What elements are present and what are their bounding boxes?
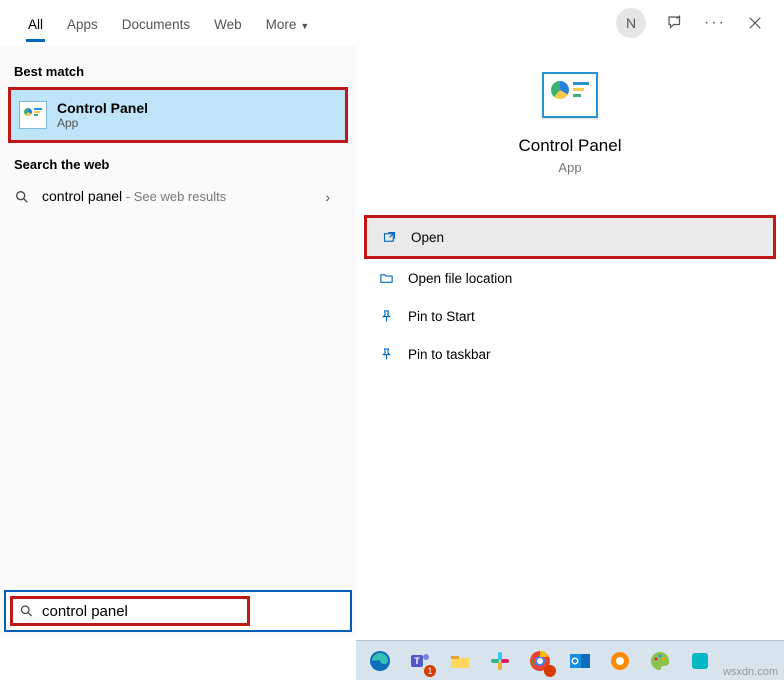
search-icon bbox=[14, 189, 30, 205]
tab-apps[interactable]: Apps bbox=[55, 5, 110, 42]
detail-panel: Control Panel App Open Open file locatio… bbox=[356, 46, 784, 636]
search-web-label: Search the web bbox=[0, 151, 356, 178]
filter-tabs: All Apps Documents Web More▼ bbox=[8, 5, 321, 42]
folder-icon bbox=[378, 270, 394, 286]
open-highlight: Open bbox=[364, 215, 776, 259]
best-match-subtitle: App bbox=[57, 116, 148, 130]
web-search-result[interactable]: control panel - See web results › bbox=[0, 178, 356, 216]
action-pin-taskbar[interactable]: Pin to taskbar bbox=[356, 335, 784, 373]
tab-documents[interactable]: Documents bbox=[110, 5, 202, 42]
detail-subtitle: App bbox=[558, 160, 581, 175]
best-match-result[interactable]: Control Panel App bbox=[8, 87, 348, 143]
taskbar: T1 bbox=[356, 640, 784, 680]
detail-title: Control Panel bbox=[518, 136, 621, 156]
control-panel-large-icon bbox=[542, 72, 598, 118]
top-tools: N ··· bbox=[616, 8, 776, 38]
camera-icon[interactable] bbox=[606, 647, 634, 675]
tab-all[interactable]: All bbox=[16, 5, 55, 42]
teams-icon[interactable]: T1 bbox=[406, 647, 434, 675]
outlook-icon[interactable] bbox=[566, 647, 594, 675]
notification-badge: 1 bbox=[424, 665, 436, 677]
search-icon bbox=[19, 603, 34, 619]
svg-text:T: T bbox=[414, 656, 420, 666]
action-open-location-label: Open file location bbox=[408, 271, 512, 286]
notification-badge bbox=[544, 665, 556, 677]
pin-icon bbox=[378, 346, 394, 362]
search-input[interactable] bbox=[42, 603, 241, 620]
action-pin-taskbar-label: Pin to taskbar bbox=[408, 347, 491, 362]
explorer-icon[interactable] bbox=[446, 647, 474, 675]
action-list: Open Open file location Pin to Start Pin… bbox=[356, 215, 784, 373]
web-result-text: control panel - See web results bbox=[42, 188, 226, 206]
best-match-title: Control Panel bbox=[57, 100, 148, 116]
search-bar[interactable] bbox=[4, 590, 352, 632]
close-icon[interactable] bbox=[744, 12, 766, 34]
more-options-icon[interactable]: ··· bbox=[704, 12, 726, 34]
top-bar: All Apps Documents Web More▼ N ··· bbox=[0, 0, 784, 46]
paint-icon[interactable] bbox=[646, 647, 674, 675]
chevron-right-icon: › bbox=[325, 189, 342, 205]
feedback-icon[interactable] bbox=[664, 12, 686, 34]
action-pin-start[interactable]: Pin to Start bbox=[356, 297, 784, 335]
slack-icon[interactable] bbox=[486, 647, 514, 675]
action-open-location[interactable]: Open file location bbox=[356, 259, 784, 297]
best-match-text: Control Panel App bbox=[57, 100, 148, 130]
action-open[interactable]: Open bbox=[367, 218, 773, 256]
action-pin-start-label: Pin to Start bbox=[408, 309, 475, 324]
results-panel: Best match Control Panel App Search the … bbox=[0, 46, 356, 636]
main-content: Best match Control Panel App Search the … bbox=[0, 46, 784, 636]
user-avatar[interactable]: N bbox=[616, 8, 646, 38]
best-match-label: Best match bbox=[0, 58, 356, 85]
control-panel-icon bbox=[19, 101, 47, 129]
pin-icon bbox=[378, 308, 394, 324]
action-open-label: Open bbox=[411, 230, 444, 245]
chrome-icon[interactable] bbox=[526, 647, 554, 675]
open-icon bbox=[381, 229, 397, 245]
watermark: wsxdn.com bbox=[723, 666, 778, 678]
edge-icon[interactable] bbox=[366, 647, 394, 675]
tab-more[interactable]: More▼ bbox=[254, 5, 322, 42]
app-icon[interactable] bbox=[686, 647, 714, 675]
tab-web[interactable]: Web bbox=[202, 5, 254, 42]
chevron-down-icon: ▼ bbox=[300, 21, 309, 31]
